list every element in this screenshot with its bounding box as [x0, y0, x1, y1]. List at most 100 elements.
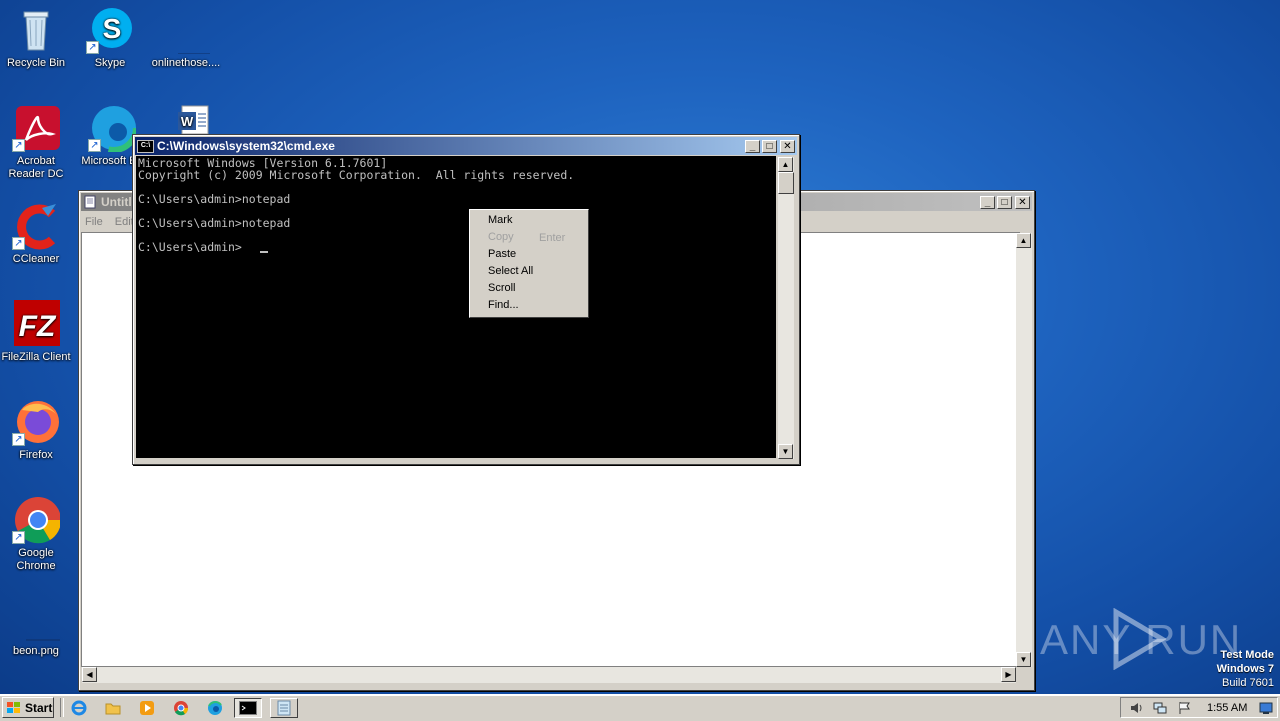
menu-item-find[interactable]: Find...	[488, 299, 519, 311]
notepad-icon	[277, 700, 291, 716]
menu-file[interactable]: File	[85, 216, 103, 228]
action-center-flag-icon[interactable]	[1177, 701, 1191, 715]
console-line: Copyright (c) 2009 Microsoft Corporation…	[138, 168, 575, 182]
desktop-icon-acrobat[interactable]: ↗ Acrobat Reader DC	[0, 104, 74, 181]
filezilla-icon: FZ	[12, 300, 60, 348]
chrome-icon	[174, 701, 189, 716]
cmd-console[interactable]: Microsoft Windows [Version 6.1.7601] Cop…	[136, 156, 776, 458]
scroll-down-arrow[interactable]: ▼	[778, 444, 793, 459]
test-mode-line: Test Mode	[1220, 649, 1274, 661]
cmd-titlebar[interactable]: C:\ C:\Windows\system32\cmd.exe _ □ ✕	[135, 137, 797, 155]
cmd-vscrollbar[interactable]: ▲ ▼	[778, 157, 794, 459]
ie-taskbar-button[interactable]	[68, 698, 90, 718]
desktop-icon-label: beon.png	[13, 645, 59, 657]
start-button[interactable]: Start	[2, 697, 54, 718]
acrobat-icon: ↗	[12, 104, 60, 152]
windows-logo-icon	[7, 701, 20, 713]
cmd-title: C:\Windows\system32\cmd.exe	[157, 139, 335, 153]
maximize-button[interactable]: □	[997, 195, 1012, 209]
scroll-up-arrow[interactable]: ▲	[778, 157, 793, 172]
desktop-icon-chrome[interactable]: ↗ Google Chrome	[0, 496, 74, 573]
svg-text:W: W	[181, 114, 194, 129]
notepad-icon	[84, 195, 96, 209]
skype-icon: S ↗	[86, 6, 134, 54]
menu-item-select-all[interactable]: Select All	[488, 265, 533, 277]
desktop-icon-label: onlinethose....	[151, 57, 221, 69]
start-label: Start	[25, 700, 53, 715]
minimize-button[interactable]: _	[980, 195, 995, 209]
text-cursor	[260, 251, 268, 253]
show-desktop-icon[interactable]	[1259, 701, 1273, 715]
folder-icon	[105, 703, 121, 715]
desktop-icon-label: Acrobat Reader DC	[8, 155, 64, 180]
scroll-down-arrow[interactable]: ▼	[1016, 652, 1031, 667]
desktop-icon-label: Recycle Bin	[6, 57, 66, 69]
size-grip[interactable]	[1018, 674, 1033, 689]
scroll-up-arrow[interactable]: ▲	[1016, 233, 1031, 248]
shortcut-arrow-icon: ↗	[12, 139, 25, 152]
clock[interactable]: 1:55 AM	[1207, 702, 1247, 714]
desktop-icon-onlinethose[interactable]: onlinethose....	[148, 6, 224, 70]
anyrun-play-icon	[1113, 608, 1166, 670]
shortcut-arrow-icon: ↗	[12, 531, 25, 544]
desktop-icon-label: Skype	[94, 57, 126, 69]
console-line: C:\Users\admin>	[138, 240, 242, 254]
cmd-icon	[239, 701, 257, 715]
console-line: C:\Users\admin>notepad	[138, 216, 291, 230]
explorer-taskbar-button[interactable]	[102, 698, 124, 718]
edge-icon: ↗	[88, 103, 139, 153]
scroll-right-arrow[interactable]: ▶	[1001, 667, 1016, 682]
notepad-taskbar-button[interactable]	[270, 698, 298, 718]
shortcut-arrow-icon: ↗	[12, 237, 25, 250]
menu-item-scroll[interactable]: Scroll	[488, 282, 516, 294]
close-button[interactable]: ✕	[780, 139, 795, 153]
anyrun-watermark: ANY RUN	[1040, 606, 1240, 676]
image-file-icon	[12, 594, 72, 642]
shortcut-arrow-icon: ↗	[88, 139, 101, 152]
network-icon[interactable]	[1153, 701, 1167, 715]
scroll-left-arrow[interactable]: ◀	[82, 667, 97, 682]
internet-explorer-icon	[71, 700, 87, 716]
console-line: C:\Users\admin>notepad	[138, 192, 291, 206]
close-button[interactable]: ✕	[1015, 195, 1030, 209]
desktop-icon-label: CCleaner	[12, 253, 60, 265]
desktop-icon-label: FileZilla Client	[1, 351, 71, 363]
desktop-icon-ccleaner[interactable]: ↗ CCleaner	[0, 202, 74, 266]
desktop-icon-skype[interactable]: S ↗ Skype	[72, 6, 148, 70]
system-tray: 1:55 AM	[1120, 697, 1278, 718]
edge-icon	[208, 701, 222, 715]
volume-icon[interactable]	[1129, 701, 1143, 715]
desktop-icon-recycle-bin[interactable]: Recycle Bin	[0, 6, 74, 70]
desktop-icon-beon[interactable]: beon.png	[0, 594, 74, 658]
blank-file-icon	[162, 6, 222, 55]
media-player-taskbar-button[interactable]	[136, 698, 158, 718]
taskbar: Start 1:55 AM	[0, 694, 1280, 721]
menu-item-paste[interactable]: Paste	[488, 248, 516, 260]
menu-edit[interactable]: Edit	[115, 216, 134, 228]
media-player-icon	[140, 701, 154, 715]
menu-item-mark[interactable]: Mark	[488, 214, 512, 226]
chrome-taskbar-button[interactable]	[170, 698, 192, 718]
cmd-window[interactable]: C:\ C:\Windows\system32\cmd.exe _ □ ✕ Mi…	[132, 134, 800, 465]
recycle-bin-icon	[12, 6, 60, 54]
desktop-icon-firefox[interactable]: ↗ Firefox	[0, 398, 74, 462]
quick-launch-separator	[60, 698, 64, 717]
desktop-icon-filezilla[interactable]: FZ FileZilla Client	[0, 300, 74, 364]
menu-item-copy[interactable]: Copy	[488, 231, 514, 243]
edge-taskbar-button[interactable]	[204, 698, 226, 718]
chrome-icon: ↗	[12, 496, 62, 544]
firefox-icon: ↗	[12, 398, 60, 446]
menu-item-copy-accelerator: Enter	[539, 232, 566, 244]
notepad-vscrollbar[interactable]: ▲ ▼	[1016, 233, 1032, 667]
shortcut-arrow-icon: ↗	[12, 433, 25, 446]
windows-version-line: Windows 7	[1216, 663, 1274, 675]
minimize-button[interactable]: _	[745, 139, 760, 153]
console-context-menu: Mark Copy Enter Paste Select All Scroll …	[469, 209, 589, 318]
cmd-taskbar-button[interactable]	[234, 698, 262, 718]
notepad-hscrollbar[interactable]: ◀ ▶	[82, 667, 1016, 683]
scroll-thumb[interactable]	[778, 172, 794, 194]
shortcut-arrow-icon: ↗	[86, 41, 99, 54]
ccleaner-icon: ↗	[12, 202, 60, 250]
cmd-window-icon: C:\	[137, 139, 154, 153]
maximize-button[interactable]: □	[762, 139, 777, 153]
